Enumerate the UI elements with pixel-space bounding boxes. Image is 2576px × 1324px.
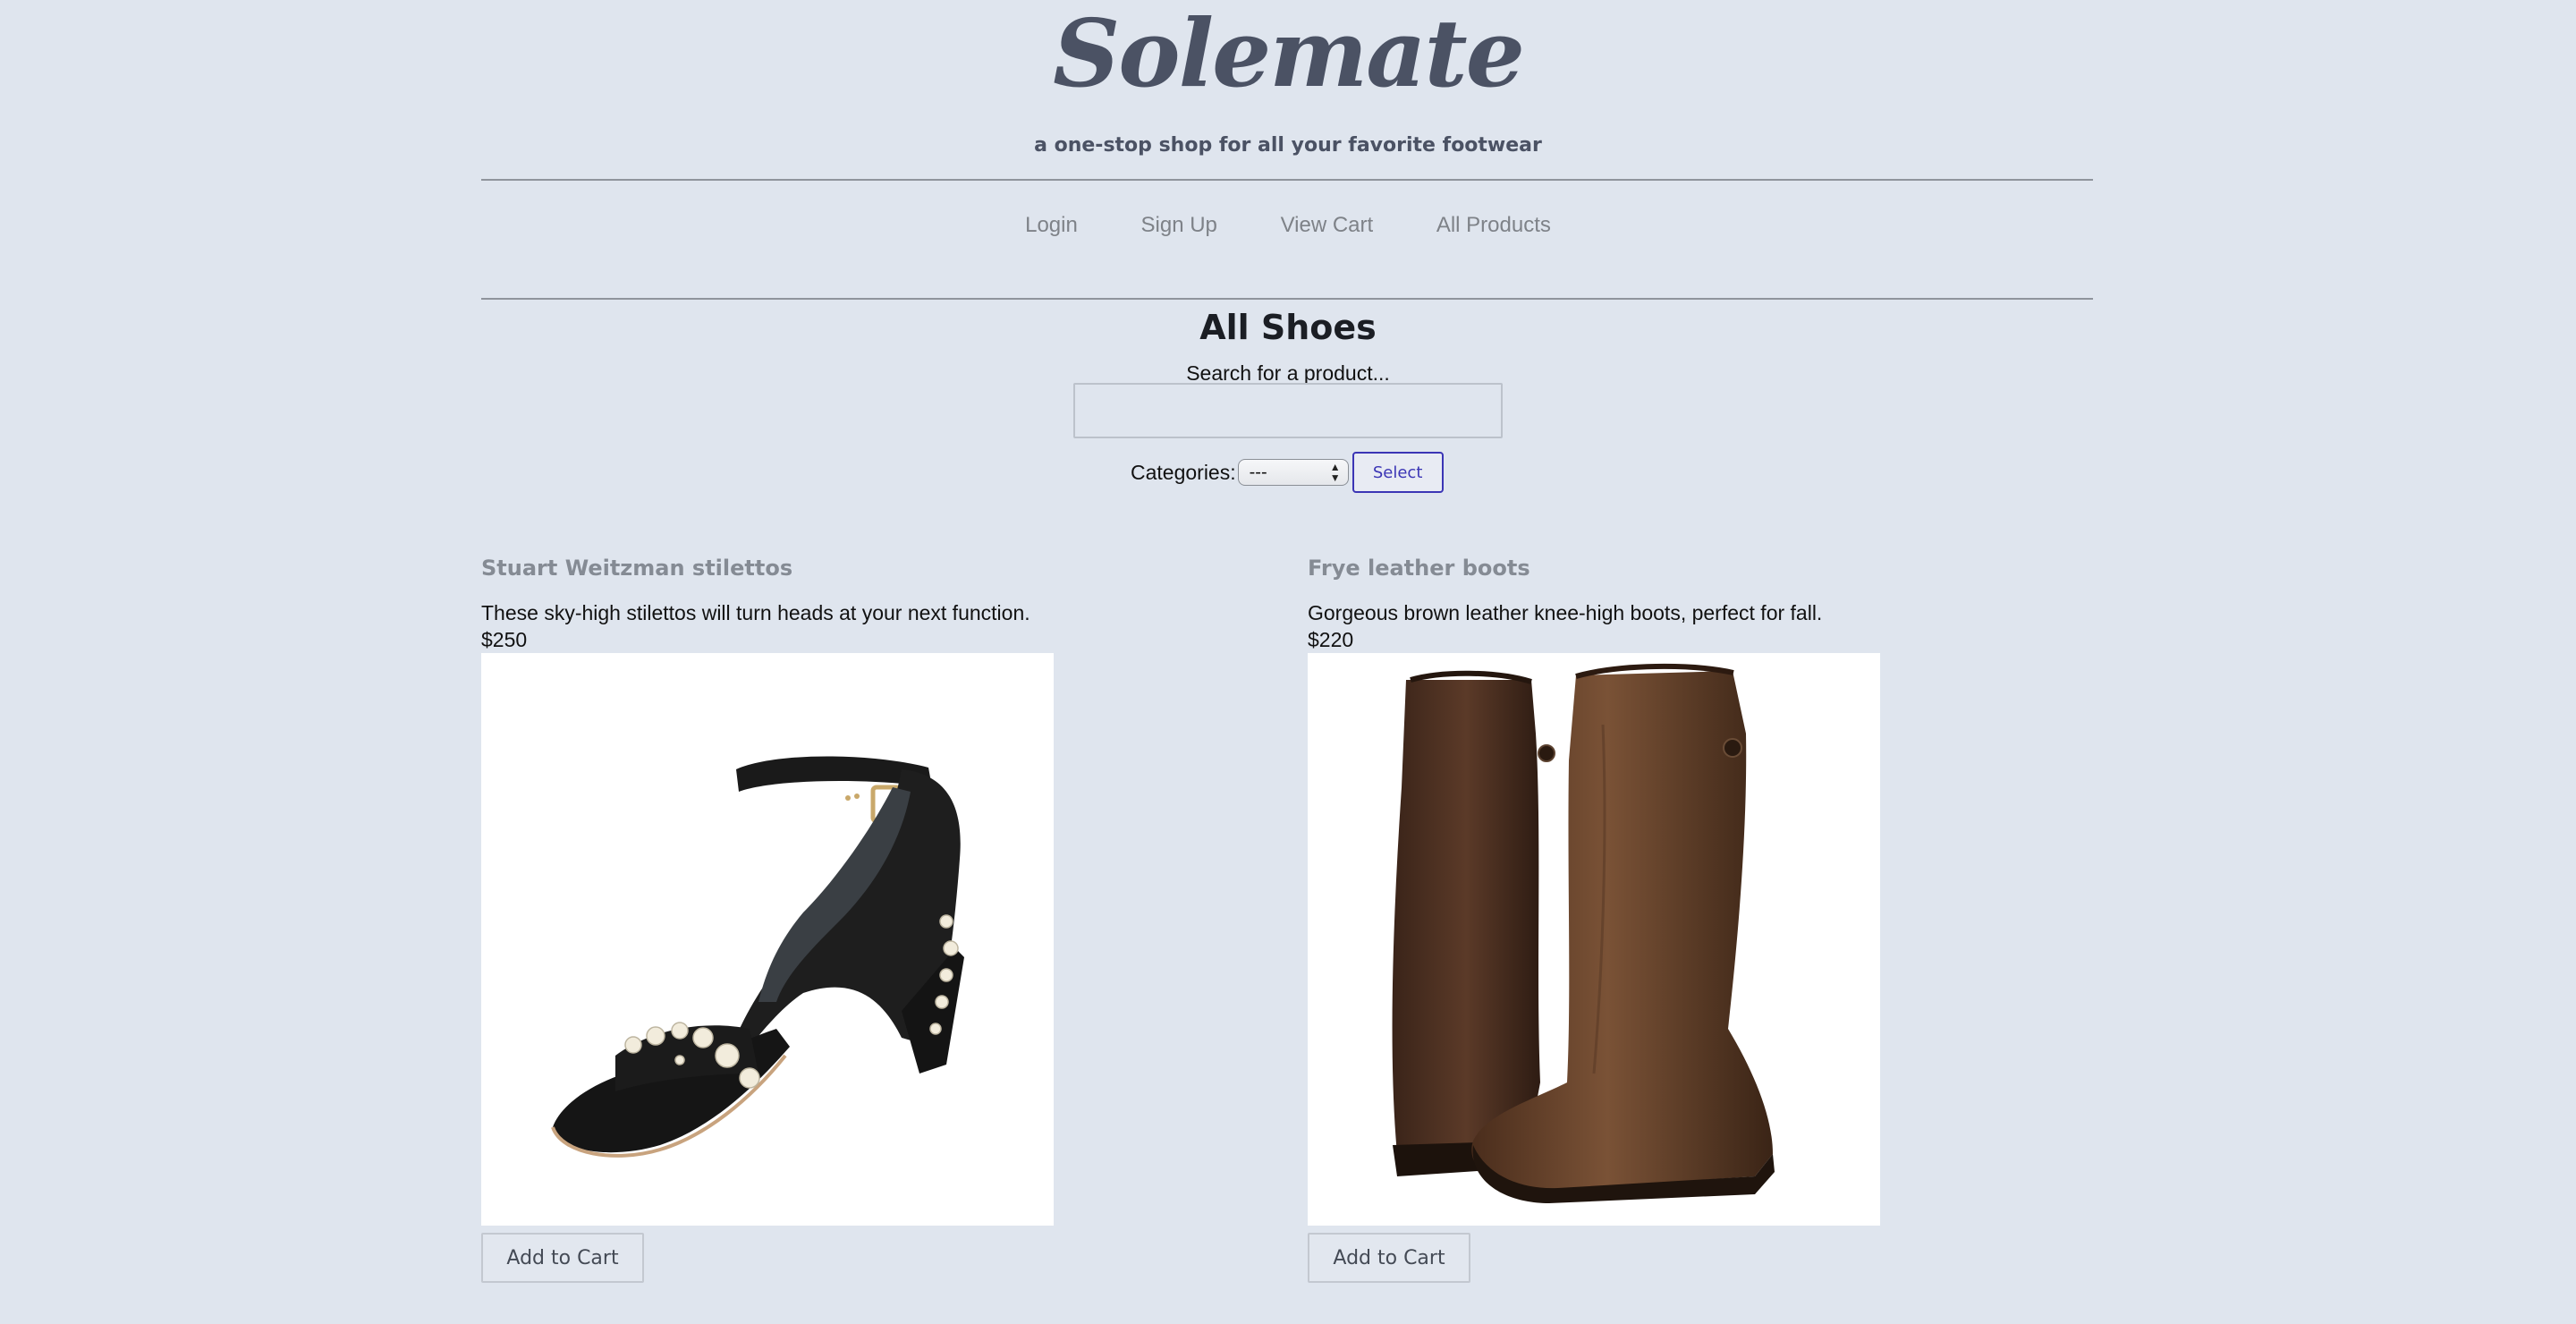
product-name[interactable]: Frye leather boots	[1308, 552, 1880, 584]
product-description: These sky-high stilettos will turn heads…	[481, 601, 1030, 624]
categories-label: Categories:	[1131, 460, 1236, 484]
nav-login-link[interactable]: Login	[1025, 213, 1078, 237]
header-divider-top	[481, 179, 2093, 181]
product-price: $220	[1308, 628, 1354, 651]
categories-select[interactable]: --- ▲ ▼	[1237, 459, 1349, 486]
site-logo[interactable]: Solemate	[0, 0, 2576, 107]
nav-all-products-link[interactable]: All Products	[1436, 213, 1551, 237]
product-image[interactable]	[1308, 653, 1880, 1226]
categories-filter: Categories: --- ▲ ▼ Select	[1131, 452, 1444, 493]
nav-signup-link[interactable]: Sign Up	[1141, 213, 1217, 237]
search-label: Search for a product...	[1186, 361, 1390, 385]
categories-select-value: ---	[1249, 462, 1267, 482]
search-input[interactable]	[1073, 383, 1503, 438]
black-heeled-sandal-icon	[551, 756, 964, 1158]
select-arrows-icon: ▲ ▼	[1329, 461, 1341, 484]
product-price: $250	[481, 628, 528, 651]
add-to-cart-button[interactable]: Add to Cart	[481, 1233, 644, 1283]
product-card: Stuart Weitzman stilettos These sky-high…	[481, 552, 1054, 1283]
brown-leather-boots-icon	[1392, 663, 1775, 1203]
product-name[interactable]: Stuart Weitzman stilettos	[481, 552, 1054, 584]
header-divider-bottom	[481, 298, 2093, 300]
main-nav: Login Sign Up View Cart All Products	[0, 213, 2576, 238]
page-title: All Shoes	[1199, 308, 1377, 347]
select-button[interactable]: Select	[1352, 452, 1444, 493]
nav-view-cart-link[interactable]: View Cart	[1281, 213, 1374, 237]
product-description: Gorgeous brown leather knee-high boots, …	[1308, 601, 1823, 624]
product-card: Frye leather boots Gorgeous brown leathe…	[1308, 552, 1880, 1283]
site-tagline: a one-stop shop for all your favorite fo…	[1034, 134, 1542, 157]
product-image[interactable]	[481, 653, 1054, 1226]
add-to-cart-button[interactable]: Add to Cart	[1308, 1233, 1470, 1283]
